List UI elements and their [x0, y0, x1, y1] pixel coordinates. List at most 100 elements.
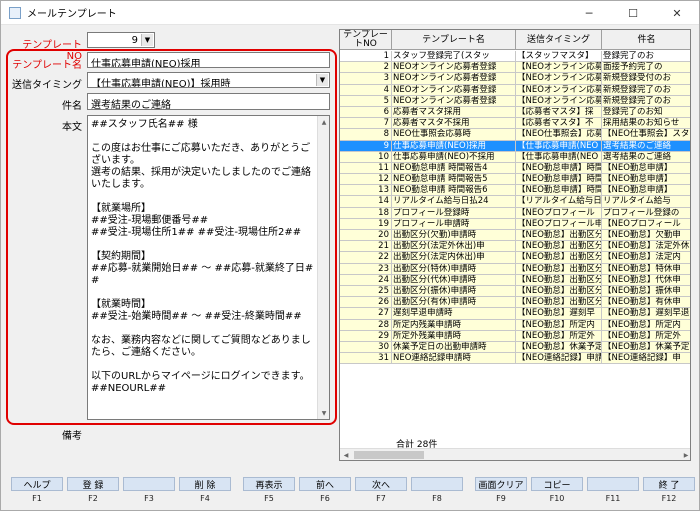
cell-timing[interactable]: 【NEO勤怠】出勤区分: [516, 252, 602, 263]
cell-no[interactable]: 7: [340, 118, 392, 129]
table-row[interactable]: 28 所定内残業申請時 【NEO勤怠】所定内 【NEO勤怠】所定内: [340, 319, 690, 331]
cell-timing[interactable]: 【NEOオンライン応募: [516, 84, 602, 95]
cell-subject[interactable]: 【NEO勤怠】所定外: [602, 330, 690, 341]
cell-no[interactable]: 18: [340, 207, 392, 218]
cell-no[interactable]: 8: [340, 129, 392, 140]
cell-timing[interactable]: 【NEO勤怠申請】時間: [516, 185, 602, 196]
cell-name[interactable]: 休業予定日の出勤申請時: [392, 341, 516, 353]
cell-no[interactable]: 2: [340, 62, 392, 73]
cell-no[interactable]: 27: [340, 308, 392, 319]
scroll-left-icon[interactable]: ◀: [340, 449, 352, 460]
cell-name[interactable]: NEOオンライン応募者登録: [392, 62, 516, 73]
cell-timing[interactable]: 【NEO勤怠】遅刻早: [516, 308, 602, 319]
table-row[interactable]: 13 NEO勤怠申請 時間報告6 【NEO勤怠申請】時間 【NEO勤怠申請】: [340, 185, 690, 197]
cell-timing[interactable]: 【NEOオンライン応募: [516, 62, 602, 73]
cell-subject[interactable]: 【NEO仕事照会】スタ: [602, 129, 690, 140]
table-row[interactable]: 23 出勤区分(特休)申請時 【NEO勤怠】出勤区分 【NEO勤怠】特休申: [340, 263, 690, 275]
cell-no[interactable]: 11: [340, 162, 392, 174]
cell-name[interactable]: 出勤区分(特休)申請時: [392, 263, 516, 274]
cell-timing[interactable]: 【NEO連絡記録】申請: [516, 353, 602, 364]
cell-name[interactable]: NEOオンライン応募者登録: [392, 95, 516, 106]
cell-name[interactable]: プロフィール登録時: [392, 207, 516, 218]
cell-name[interactable]: 応募者マスタ採用: [392, 106, 516, 118]
cell-subject[interactable]: 【NEO勤怠申請】: [602, 185, 690, 196]
table-row[interactable]: 9 仕事応募申請(NEO)採用 【仕事応募申請(NEO 選考結果のご連絡: [340, 140, 690, 152]
table-row[interactable]: 12 NEO勤怠申請 時間報告5 【NEO勤怠申請】時間 【NEO勤怠申請】: [340, 174, 690, 186]
fkey-f6[interactable]: 前へ F6: [299, 477, 351, 509]
cell-no[interactable]: 23: [340, 263, 392, 274]
table-row[interactable]: 20 出勤区分(欠勤)申請時 【NEO勤怠】出勤区分 【NEO勤怠】欠勤申: [340, 230, 690, 242]
table-row[interactable]: 18 プロフィール登録時 【NEOプロフィール プロフィール登録の: [340, 207, 690, 219]
cell-subject[interactable]: 【NEO勤怠】法定内: [602, 252, 690, 263]
cell-name[interactable]: 出勤区分(代休)申請時: [392, 274, 516, 285]
cell-subject[interactable]: 登録完了のお: [602, 51, 690, 62]
fkey-button[interactable]: コピー: [531, 477, 583, 491]
subject-field[interactable]: 選考結果のご連絡: [87, 93, 330, 110]
table-row[interactable]: 27 遅刻早退申請時 【NEO勤怠】遅刻早 【NEO勤怠】遅刻早退: [340, 308, 690, 320]
chevron-down-icon[interactable]: ▼: [141, 34, 153, 46]
cell-timing[interactable]: 【NEO勤怠申請】時間: [516, 162, 602, 174]
cell-no[interactable]: 10: [340, 151, 392, 162]
cell-subject[interactable]: 【NEO勤怠】代休申: [602, 274, 690, 285]
column-header-subject[interactable]: 件名: [602, 30, 690, 50]
fkey-button[interactable]: 終 了: [643, 477, 695, 491]
cell-timing[interactable]: 【NEO勤怠】所定内: [516, 319, 602, 330]
fkey-f5[interactable]: 再表示 F5: [243, 477, 295, 509]
cell-no[interactable]: 25: [340, 285, 392, 297]
minimize-button[interactable]: ─: [567, 1, 611, 25]
cell-no[interactable]: 22: [340, 252, 392, 263]
cell-no[interactable]: 1: [340, 51, 392, 62]
template-no-select[interactable]: 9 ▼: [87, 32, 155, 48]
cell-timing[interactable]: 【リアルタイム給与日払】: [516, 196, 602, 207]
cell-name[interactable]: NEO仕事照会応募時: [392, 129, 516, 140]
cell-no[interactable]: 26: [340, 297, 392, 308]
cell-subject[interactable]: 【NEO連絡記録】申: [602, 353, 690, 364]
cell-timing[interactable]: 【NEO勤怠】出勤区分: [516, 297, 602, 308]
cell-no[interactable]: 14: [340, 196, 392, 207]
fkey-f9[interactable]: 画面クリア F9: [475, 477, 527, 509]
fkey-f8[interactable]: F8: [411, 477, 463, 509]
cell-name[interactable]: 出勤区分(振休)申請時: [392, 285, 516, 297]
table-row[interactable]: 11 NEO勤怠申請 時間報告4 【NEO勤怠申請】時間 【NEO勤怠申請】: [340, 162, 690, 175]
body-scrollbar[interactable]: ▲ ▼: [317, 116, 329, 419]
cell-name[interactable]: NEO勤怠申請 時間報告5: [392, 174, 516, 185]
cell-timing[interactable]: 【NEOプロフィール申: [516, 218, 602, 229]
table-row[interactable]: 24 出勤区分(代休)申請時 【NEO勤怠】出勤区分 【NEO勤怠】代休申: [340, 274, 690, 286]
table-row[interactable]: 19 プロフィール申請時 【NEOプロフィール申 【NEOプロフィール: [340, 218, 690, 230]
cell-timing[interactable]: 【NEO勤怠】出勤区分: [516, 285, 602, 297]
column-header-name[interactable]: テンプレート名: [392, 30, 516, 50]
cell-timing[interactable]: 【NEO勤怠】出勤区分: [516, 263, 602, 274]
cell-subject[interactable]: 採用結果のお知らせ: [602, 118, 690, 129]
table-row[interactable]: 21 出勤区分(法定外休出)申 【NEO勤怠】出勤区分 【NEO勤怠】法定外休: [340, 241, 690, 253]
cell-name[interactable]: 仕事応募申請(NEO)不採用: [392, 151, 516, 162]
fkey-button[interactable]: [587, 477, 639, 491]
table-row[interactable]: 31 NEO連絡記録申請時 【NEO連絡記録】申請 【NEO連絡記録】申: [340, 353, 690, 365]
cell-subject[interactable]: 新規登録完了のお: [602, 84, 690, 95]
cell-name[interactable]: NEOオンライン応募者登録: [392, 84, 516, 95]
table-row[interactable]: 22 出勤区分(法定内休出)申 【NEO勤怠】出勤区分 【NEO勤怠】法定内: [340, 252, 690, 264]
fkey-button[interactable]: [411, 477, 463, 491]
fkey-f7[interactable]: 次へ F7: [355, 477, 407, 509]
template-name-field[interactable]: 仕事応募申請(NEO)採用: [87, 52, 330, 68]
table-row[interactable]: 5 NEOオンライン応募者登録 【NEOオンライン応募 新規登録完了のお: [340, 95, 690, 107]
fkey-button[interactable]: 削 除: [179, 477, 231, 491]
fkey-f10[interactable]: コピー F10: [531, 477, 583, 509]
cell-name[interactable]: NEO連絡記録申請時: [392, 353, 516, 364]
cell-name[interactable]: NEO勤怠申請 時間報告6: [392, 185, 516, 196]
cell-no[interactable]: 6: [340, 106, 392, 118]
cell-name[interactable]: 仕事応募申請(NEO)採用: [392, 140, 516, 151]
cell-no[interactable]: 20: [340, 230, 392, 241]
column-header-timing[interactable]: 送信タイミング: [516, 30, 602, 50]
cell-timing[interactable]: 【NEOオンライン応募: [516, 73, 602, 84]
cell-name[interactable]: 出勤区分(欠勤)申請時: [392, 230, 516, 241]
cell-subject[interactable]: 【NEO勤怠】有休申: [602, 297, 690, 308]
cell-timing[interactable]: 【応募者マスタ】不: [516, 118, 602, 129]
notes-field[interactable]: [87, 425, 330, 465]
cell-no[interactable]: 9: [340, 140, 392, 151]
cell-subject[interactable]: 【NEO勤怠申請】: [602, 174, 690, 185]
cell-name[interactable]: NEOオンライン応募者登録: [392, 73, 516, 84]
cell-name[interactable]: 出勤区分(法定内休出)申: [392, 252, 516, 263]
fkey-button[interactable]: 次へ: [355, 477, 407, 491]
timing-select[interactable]: 【仕事応募申請(NEO)】採用時 ▼: [87, 72, 330, 88]
body-textarea[interactable]: ##スタッフ氏名## 様 この度はお仕事にご応募いただき、ありがとうございます。…: [87, 115, 330, 420]
